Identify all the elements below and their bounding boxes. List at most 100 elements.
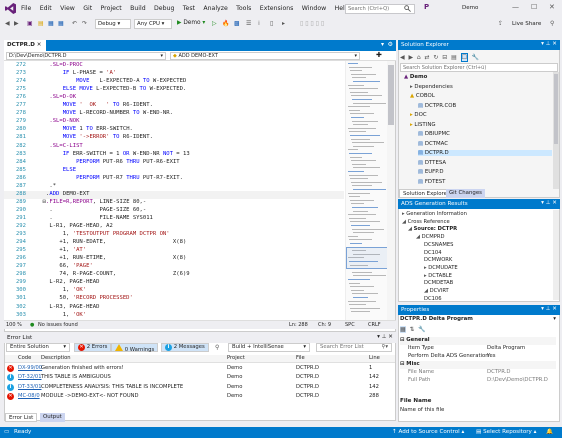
menu-analyze[interactable]: Analyze (203, 5, 227, 12)
menu-test[interactable]: Test (183, 5, 195, 12)
tab-settings-icon[interactable]: ⚙ (388, 41, 393, 48)
menu-edit[interactable]: Edit (40, 5, 52, 12)
home-icon[interactable]: ⌂ (417, 54, 421, 61)
code-line[interactable]: 283 IF ERR-SWITCH = 1 OR W-END-NR NOT = … (4, 151, 344, 159)
solution-tree-item[interactable]: ▤ DBIUPMC (418, 131, 450, 137)
panel-pin-icon[interactable]: ▾ ⊥ ✕ (377, 334, 393, 340)
whitespace-mode[interactable]: SPC (345, 322, 355, 328)
properties-category-misc[interactable]: ⊟ Misc (400, 361, 556, 369)
code-line[interactable]: 301 50, 'RECORD PROCESSED' (4, 295, 344, 303)
error-scope-select[interactable]: Entire Solution ▾ (6, 343, 70, 352)
editor-vertical-scrollbar[interactable] (387, 61, 395, 320)
file-path-dropdown[interactable]: D:\Dev\Demo\DCTPR.D ▾ (6, 52, 166, 60)
filter-icon[interactable]: ⚲ (215, 344, 219, 351)
panel-pin-icon[interactable]: ▾ ⊥ ✕ (541, 200, 557, 206)
property-row-file-name[interactable]: File Name DCTPR.D (400, 369, 556, 377)
code-line[interactable]: 289 ⊟.FILE=R,REPORT, LINE-SIZE 80,- (4, 199, 344, 207)
toolbar-comment-icon[interactable]: ⁞ (258, 20, 260, 27)
tab-dropdown-icon[interactable]: ▾ (381, 41, 384, 48)
start-debug-button[interactable]: ▶ Demo ▾ (177, 20, 205, 26)
save-all-icon[interactable]: ▦ (58, 20, 64, 27)
messages-filter-button[interactable]: i 2 Messages (161, 343, 209, 352)
line-number[interactable]: Ln: 288 (289, 322, 308, 328)
error-code[interactable]: DT-32/01 (18, 374, 42, 380)
properties-category-general[interactable]: ⊟ General (400, 337, 556, 345)
switch-views-icon[interactable]: ⇄ (425, 54, 430, 61)
build-source-select[interactable]: Build + IntelliSense ▾ (228, 343, 310, 352)
ads-tree-item[interactable]: ▸ DCMUDATE (424, 265, 458, 271)
solution-tree-item[interactable]: ▸ Dependencies (410, 84, 453, 90)
feedback-icon[interactable]: ⚲ (550, 20, 554, 27)
code-line[interactable]: 278 MOVE L-RECORD-NUMBER TO W-END-NR. (4, 110, 344, 118)
column-header-project[interactable]: Project (227, 355, 245, 361)
back-icon[interactable]: ◀ (400, 54, 405, 61)
maximize-button[interactable]: ☐ (531, 3, 537, 11)
split-editor-icon[interactable]: ✚ (376, 51, 382, 59)
collapse-all-icon[interactable]: ⊟ (442, 54, 447, 61)
zoom-level[interactable]: 100 % (6, 322, 22, 328)
minimize-button[interactable]: — (512, 3, 519, 11)
tab-git-changes[interactable]: Git Changes (446, 189, 485, 198)
code-line[interactable]: 276 .SL=D-OK (4, 94, 344, 102)
menu-debug[interactable]: Debug (154, 5, 174, 12)
code-line[interactable]: 286 PERFORM PUT-R7 THRU PUT-R7-EXIT. (4, 175, 344, 183)
ads-tree-item[interactable]: DCSNAMES (424, 242, 453, 248)
member-dropdown[interactable]: ◆ ADD DEMO-EXT ▾ (170, 52, 360, 60)
property-pages-icon[interactable]: 🔧 (418, 326, 425, 333)
error-row[interactable]: i DT-33/01 COMPLETENESS ANALYSIS: THIS TAB… (5, 383, 395, 392)
code-line[interactable]: 274 MOVE L-EXPECTED-A TO W-EXPECTED (4, 78, 344, 86)
error-row[interactable]: i DT-32/01 THIS TABLE IS AMBIGUOUS Demo DCTP… (5, 374, 395, 382)
code-line[interactable]: 291 . FILE-NAME SYS011 (4, 215, 344, 223)
properties-icon[interactable]: 🔧 (472, 54, 479, 61)
column-header-file[interactable]: File (296, 355, 305, 361)
column-header-line[interactable]: Line (369, 355, 380, 361)
error-code[interactable]: DX-99/00 (18, 365, 42, 371)
code-line[interactable]: 281 MOVE '->ERROR' TO R6-IDENT. (4, 134, 344, 142)
code-line[interactable]: 287 .* (4, 183, 344, 191)
error-row[interactable]: ✕ MC-08/0 MODULE ->DEMO-EXT<- NOT FOUND Dem… (5, 392, 395, 401)
property-row-item-type[interactable]: Item Type Delta Program (400, 345, 556, 353)
undo-icon[interactable]: ↶ (72, 20, 77, 27)
code-line[interactable]: 290 . PAGE-SIZE 60,- (4, 207, 344, 215)
menu-view[interactable]: View (60, 5, 75, 12)
add-source-control-button[interactable]: ↑ Add to Source Control ▴ (392, 429, 464, 435)
select-repository-button[interactable]: ▤ Select Repository ▴ (476, 429, 536, 435)
live-share-button[interactable]: Live Share (512, 21, 541, 27)
solution-tree-item[interactable]: ▤ DCTMAC (418, 141, 448, 147)
categorized-icon[interactable]: ▦ (400, 326, 406, 333)
errors-filter-button[interactable]: ✕ 2 Errors (74, 343, 112, 352)
ads-tree-item[interactable]: ▸ Generation Information (402, 211, 467, 217)
preview-selected-icon[interactable]: ☐ (460, 52, 469, 62)
alphabetical-icon[interactable]: ⇅ (410, 326, 415, 333)
error-code[interactable]: MC-08/0 (18, 393, 40, 399)
code-line[interactable]: 277 MOVE ' OK ' TO R6-IDENT. (4, 102, 344, 110)
code-line[interactable]: 272 .SL=D-PROC (4, 62, 344, 70)
solution-tree-item[interactable]: ▤ DCTPR.COB (418, 103, 456, 109)
new-project-icon[interactable]: ▣ (27, 20, 33, 27)
tab-solution-explorer[interactable]: Solution Explorer (399, 189, 454, 198)
solution-tree-item[interactable]: ▤ DTTESA (418, 160, 446, 166)
ads-tree-item[interactable]: ◢ Source: DCTPR (408, 226, 457, 232)
minimap[interactable] (345, 61, 388, 320)
warnings-filter-button[interactable]: 0 Warnings (111, 343, 159, 353)
menu-git[interactable]: Git (83, 5, 92, 12)
code-line[interactable]: 288 .ADD DEMO-EXT (4, 190, 344, 199)
back-icon[interactable]: ◀ (5, 20, 10, 27)
ads-tree-item[interactable]: DC104 (424, 250, 442, 256)
code-line[interactable]: 273 IF L-PHASE = 'A' (4, 70, 344, 78)
ads-scrollbar[interactable] (553, 210, 559, 300)
menu-extensions[interactable]: Extensions (260, 5, 294, 12)
minimap-viewport[interactable] (346, 247, 388, 269)
forward-icon[interactable]: ▶ (14, 20, 19, 27)
forward-icon[interactable]: ▶ (408, 54, 413, 61)
toolbar-bookmark-icon[interactable]: ▯ (270, 20, 273, 27)
configuration-select[interactable]: Debug ▾ (95, 19, 131, 29)
save-icon[interactable]: ▦ (48, 20, 54, 27)
panel-pin-icon[interactable]: ▾ ⊥ ✕ (541, 306, 557, 312)
line-ending[interactable]: CRLF (368, 322, 381, 328)
code-line[interactable]: 275 ELSE MOVE L-EXPECTED-B TO W-EXPECTED… (4, 86, 344, 94)
solution-tree-item[interactable]: ▲ Demo (404, 74, 427, 80)
code-line[interactable]: 293 1, 'TESTOUTPUT PROGRAM DCTPR ON' (4, 231, 344, 239)
solution-search-input[interactable]: Search Solution Explorer (Ctrl+ü) (400, 63, 558, 72)
code-line[interactable]: 282 .SL=C-LIST (4, 143, 344, 151)
